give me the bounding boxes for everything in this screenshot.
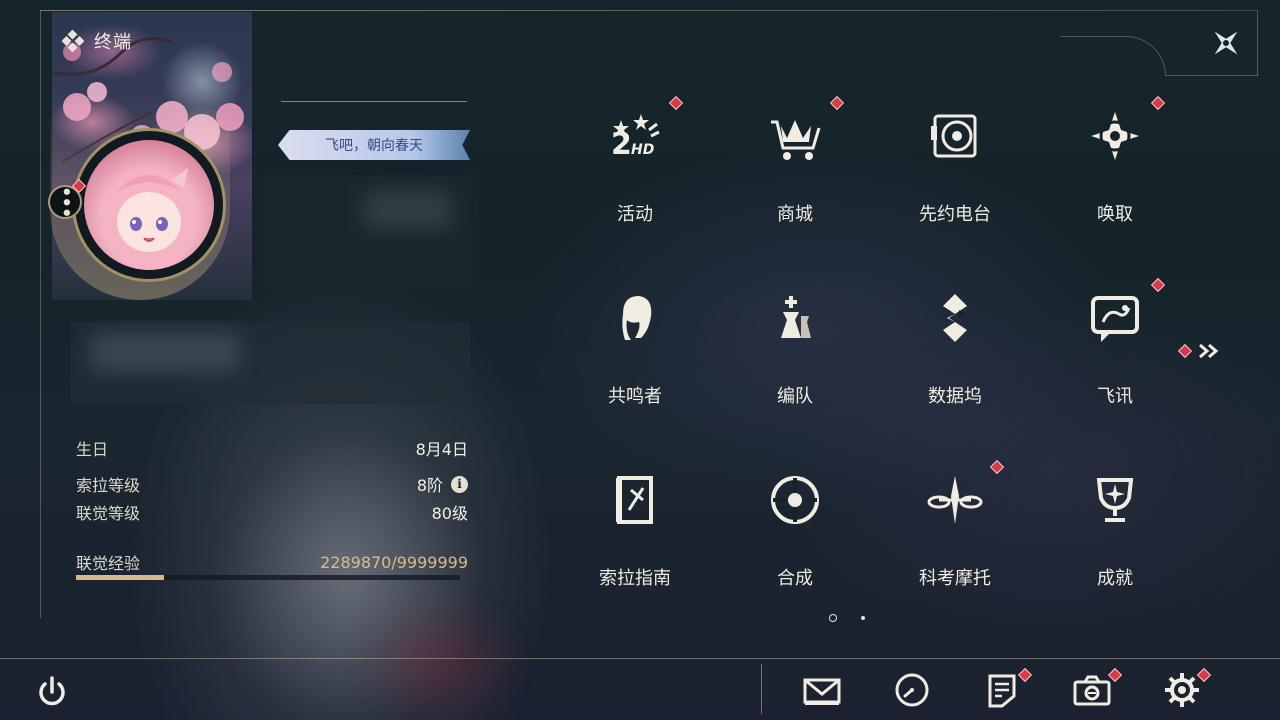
menu-item-shop[interactable]: 商城 [745,92,845,242]
birthday-label: 生日 [76,440,109,459]
mail-button[interactable] [802,670,842,710]
radio-record-icon [925,106,985,166]
sola-level-value-wrap: 8阶 i [417,472,468,496]
camera-icon [1073,675,1111,706]
more-dots-icon: ••• [55,186,76,218]
menu-item-guidebook[interactable]: 索拉指南 [585,456,685,606]
menu-item-radio[interactable]: 先约电台 [905,92,1005,242]
clock-icon [895,673,929,707]
menu-item-label: 数据坞 [928,386,982,407]
message-bubble-icon [1085,288,1145,348]
team-chess-icon [765,288,825,348]
union-level-row: 联觉等级 80级 [76,500,468,524]
page-dot[interactable] [861,616,865,620]
union-exp-label: 联觉经验 [76,554,141,573]
sola-level-label: 索拉等级 [76,476,141,495]
menu-item-label: 活动 [617,204,653,225]
union-exp-progress-bar [76,575,460,580]
achievement-trophy-icon [1085,470,1145,530]
menu-item-label: 合成 [777,568,813,589]
avatar[interactable] [84,140,214,270]
menu-item-convene[interactable]: 唤取 [1065,92,1166,242]
sola-level-row: 索拉等级 8阶 i [76,472,468,496]
union-exp-value: 2289870/9999999 [320,552,468,572]
next-page-button[interactable] [1177,340,1222,362]
union-level-label: 联觉等级 [76,504,141,523]
union-level-value: 80级 [431,504,468,523]
guidebook-icon [605,470,665,530]
power-icon [39,676,65,706]
menu-item-label: 飞讯 [1097,386,1133,407]
settings-gear-icon [1165,673,1199,707]
avatar-portrait [101,168,197,270]
player-id-area-blurred [70,322,470,404]
close-icon [1214,31,1238,55]
menu-item-motorcycle[interactable]: 科考摩托 [905,456,1005,606]
menu-item-messages[interactable]: 飞讯 [1065,274,1166,424]
profile-divider [281,101,467,102]
menu-item-label: 索拉指南 [599,568,671,589]
notification-badge [1150,277,1166,293]
svg-text:HD: HD [631,142,654,158]
signature-text: 飞吧，朝向春天 [325,138,423,154]
double-chevron-right-icon [1199,343,1219,359]
notification-badge [1150,95,1166,111]
header: 终端 [62,28,132,54]
terminal-diamond-icon [62,30,84,52]
notes-icon [988,674,1016,708]
background-character-coat [330,560,560,720]
menu-item-label: 先约电台 [919,204,991,225]
frame-left [40,10,41,618]
synthesis-orb-icon [765,470,825,530]
sola-level-value: 8阶 [416,476,443,495]
page-title: 终端 [94,32,132,53]
frame-curve [1060,36,1166,76]
mail-icon [803,678,841,705]
notification-badge [829,95,845,111]
menu-item-team[interactable]: 编队 [745,274,845,424]
birthday-row: 生日 8月4日 [76,436,468,460]
resonator-portrait-icon [605,288,665,348]
frame-corner [1166,75,1258,76]
close-button[interactable] [1206,23,1246,63]
player-name-area-blurred [262,175,478,290]
frame-top [40,10,1257,11]
menu-item-resonators[interactable]: 共鸣者 [585,274,685,424]
menu-item-label: 唤取 [1097,204,1133,225]
signature-banner[interactable]: 飞吧，朝向春天 [278,130,470,160]
events-2hd-icon: 2 HD [605,106,665,166]
page-dot-active[interactable] [829,614,837,622]
info-icon[interactable]: i [451,475,468,493]
frame-right [1257,10,1258,76]
union-exp-progress-fill [76,575,164,580]
data-bank-icon [925,288,985,348]
notification-badge [668,95,684,111]
bottom-bar-separator [761,664,762,714]
notification-badge [1177,343,1193,359]
settings-button[interactable] [1162,667,1212,710]
notes-button[interactable] [982,667,1033,710]
menu-item-data-bank[interactable]: 数据坞 [905,274,1005,424]
menu-item-label: 科考摩托 [919,568,991,589]
birthday-value: 8月4日 [415,440,468,459]
menu-item-label: 共鸣者 [608,386,662,407]
notification-badge [989,459,1005,475]
camera-button[interactable] [1072,667,1123,710]
motorcycle-icon [925,470,985,530]
shop-crown-cart-icon [765,106,825,166]
menu-item-achievements[interactable]: 成就 [1065,456,1165,606]
power-button[interactable] [32,672,72,712]
menu-item-label: 编队 [777,386,813,407]
menu-item-events[interactable]: 2 HD 活动 [585,92,685,242]
menu-item-label: 成就 [1097,568,1133,589]
menu-item-synthesis[interactable]: 合成 [745,456,845,606]
clock-button[interactable] [892,670,932,710]
convene-compass-icon [1085,106,1145,166]
union-exp-row: 联觉经验 2289870/9999999 [76,550,468,574]
bottom-bar-divider [0,658,1280,659]
menu-item-label: 商城 [777,204,813,225]
